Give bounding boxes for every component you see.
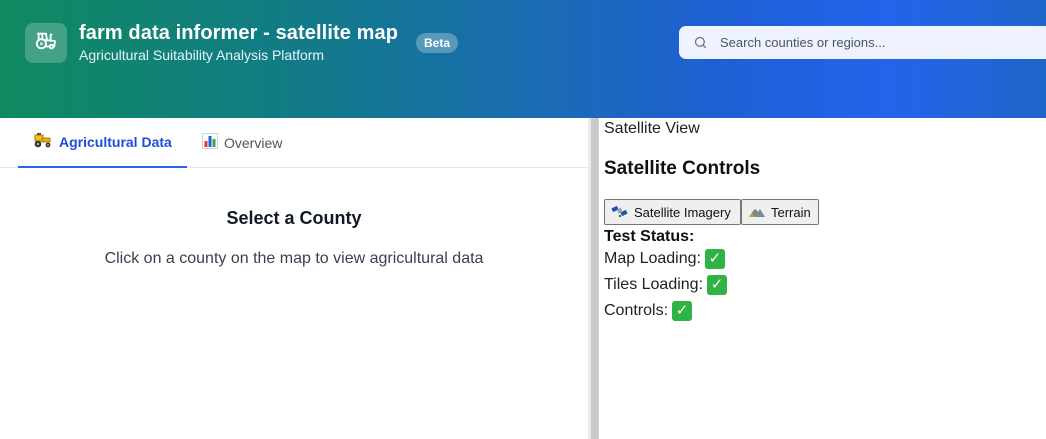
select-county-title: Select a County: [226, 208, 362, 228]
app-header: farm data informer - satellite map Beta …: [0, 0, 1046, 118]
satellite-controls-title: Satellite Controls: [604, 158, 761, 179]
app-subtitle: Agricultural Suitability Analysis Platfo…: [79, 47, 325, 63]
search-icon: [692, 35, 708, 51]
search-input[interactable]: [720, 35, 1020, 50]
tractor-icon: [35, 30, 57, 57]
test-status-heading: Test Status:: [604, 228, 695, 245]
tab-bar: Agricultural Data Overview: [0, 118, 588, 168]
status-label: Map Loading:: [604, 250, 701, 267]
check-icon: ✓: [672, 301, 693, 321]
mountain-icon: [748, 204, 766, 221]
right-panel: Satellite View Satellite Controls Satell…: [598, 118, 1046, 439]
satellite-imagery-button[interactable]: Satellite Imagery: [604, 199, 741, 225]
status-tiles-loading: Tiles Loading: ✓: [604, 275, 728, 295]
status-label: Tiles Loading:: [604, 276, 704, 293]
select-county-description: Click on a county on the map to view agr…: [104, 250, 484, 267]
beta-badge: Beta: [416, 33, 459, 53]
check-icon: ✓: [707, 275, 728, 295]
terrain-button[interactable]: Terrain: [741, 199, 819, 225]
status-label: Controls:: [604, 302, 669, 319]
check-icon: ✓: [704, 249, 725, 269]
bar-chart-icon: [202, 133, 218, 153]
resize-handle[interactable]: [591, 118, 598, 439]
tab-label: Overview: [224, 135, 283, 151]
search-box[interactable]: [679, 26, 1046, 59]
tab-overview[interactable]: Overview: [202, 118, 282, 168]
tractor-icon: [33, 132, 53, 152]
tab-label: Agricultural Data: [59, 134, 172, 150]
app-logo: [25, 23, 67, 63]
tab-agricultural-data[interactable]: Agricultural Data: [18, 118, 187, 168]
button-label: Satellite Imagery: [634, 204, 731, 220]
status-controls: Controls: ✓: [604, 301, 693, 321]
left-panel: Agricultural Data Overview Select a Coun…: [0, 118, 588, 439]
satellite-icon: [611, 204, 629, 221]
button-label: Terrain: [771, 204, 811, 220]
satellite-view-label: Satellite View: [604, 120, 700, 137]
app-title: farm data informer - satellite map: [79, 22, 399, 44]
status-map-loading: Map Loading: ✓: [604, 249, 725, 269]
